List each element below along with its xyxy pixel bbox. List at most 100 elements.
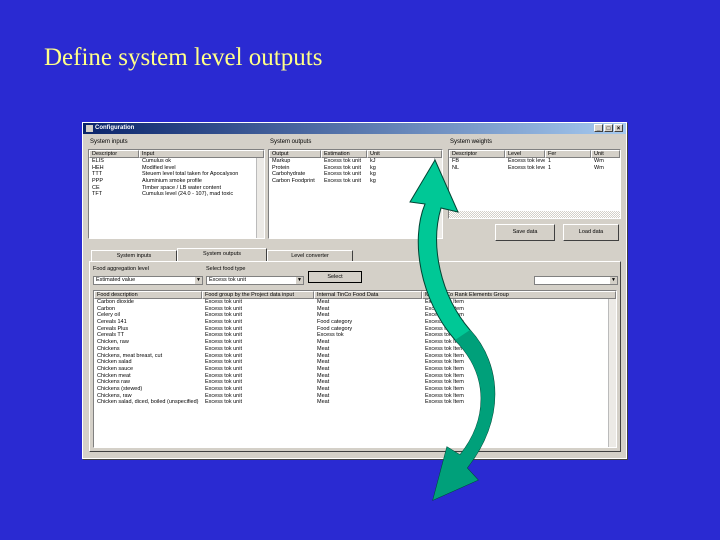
table-row[interactable]: Protein Excess tok unit kg	[269, 165, 442, 172]
system-inputs-list[interactable]: Descriptor Input ELIS Cumulus ok HEH Modifi…	[88, 149, 265, 239]
horizontal-scrollbar[interactable]	[449, 211, 620, 218]
table-row[interactable]: Chickens, raw Excess tok unit Meat Excess t…	[94, 393, 616, 400]
column-header[interactable]: Food description	[94, 291, 202, 299]
table-cell: Food category	[317, 325, 353, 332]
column-header[interactable]: Mark TinCo Rank Elements Group	[422, 291, 616, 299]
table-cell: Chicken meat	[97, 372, 131, 379]
table-cell: Excess tok Item	[425, 299, 464, 305]
table-cell: Chicken, raw	[97, 339, 129, 346]
system-outputs-list[interactable]: Output Estimation Unit Markup Excess tok …	[268, 149, 443, 239]
table-row[interactable]: Markup Excess tok unit kJ	[269, 158, 442, 165]
table-cell: Excess tok Item	[425, 312, 464, 319]
system-inputs-label: System inputs	[90, 139, 128, 145]
column-header[interactable]: Unit	[591, 150, 620, 158]
table-cell: Excess tok Item	[425, 379, 464, 386]
table-row[interactable]: Chicken salad Excess tok unit Meat Excess t…	[94, 359, 616, 366]
table-row[interactable]: PPP Aluminium smoke profile	[89, 178, 264, 185]
tab-system-inputs[interactable]: System inputs	[91, 250, 177, 261]
table-row[interactable]: ELIS Cumulus ok	[89, 158, 264, 165]
table-cell: Excess tok unit	[205, 312, 242, 319]
system-weights-list[interactable]: Descriptor Level Fer Unit FB Excess tok l…	[448, 149, 621, 219]
column-header[interactable]: Descriptor	[89, 150, 139, 158]
table-row[interactable]: Cereals TT Excess tok unit Excess tok Exces…	[94, 332, 616, 339]
select-button[interactable]: Select	[308, 271, 362, 283]
table-row[interactable]: Chickens (stewed) Excess tok unit Meat Exce…	[94, 386, 616, 393]
filter-select[interactable]: ▼	[534, 276, 618, 285]
column-header[interactable]: Estimation	[321, 150, 367, 158]
aggregation-label: Food aggregation level	[93, 266, 149, 272]
chevron-down-icon[interactable]: ▼	[195, 277, 202, 284]
table-row[interactable]: TTT Steuem level total taken for Apocalys…	[89, 171, 264, 178]
table-row[interactable]: Carbohydrate Excess tok unit kg	[269, 171, 442, 178]
table-cell: Chicken salad	[97, 359, 132, 366]
tab-content: Food aggregation level Estimated value ▼…	[89, 261, 621, 452]
system-weights-panel: System weights Descriptor Level Fer Unit…	[448, 139, 621, 219]
table-cell: Wm	[594, 164, 604, 171]
column-header[interactable]: Fer	[545, 150, 591, 158]
table-cell: kg	[370, 178, 376, 185]
table-row[interactable]: Carbon Foodprint Excess tok unit kg	[269, 178, 442, 185]
table-row[interactable]: Cereals 141 Excess tok unit Food category E…	[94, 319, 616, 326]
table-row[interactable]: Chicken, raw Excess tok unit Meat Excess to…	[94, 339, 616, 346]
vertical-scrollbar[interactable]	[256, 158, 264, 238]
table-row[interactable]: FB Excess tok level 1 Wm	[449, 158, 620, 165]
tab-system-outputs[interactable]: System outputs	[177, 248, 267, 261]
table-row[interactable]: NL Excess tok level 1 Wm	[449, 165, 620, 172]
table-row[interactable]: TFT Cumulus level (24.0 - 107), mad toxic	[89, 191, 264, 198]
aggregation-select[interactable]: Estimated value ▼	[93, 276, 203, 285]
table-cell: Carbon	[97, 305, 116, 312]
aggregation-value: Estimated value	[96, 277, 136, 283]
table-cell: Excess tok Item	[425, 365, 464, 372]
chevron-down-icon[interactable]: ▼	[610, 277, 617, 284]
column-header[interactable]: Descriptor	[449, 150, 505, 158]
table-cell: Excess tok unit	[205, 325, 242, 332]
table-cell: Aluminium smoke profile	[142, 178, 202, 185]
table-cell: TTT	[92, 171, 103, 178]
column-header[interactable]: Level	[505, 150, 545, 158]
load-data-button[interactable]: Load data	[563, 224, 619, 241]
table-cell: Meat	[317, 299, 330, 305]
minimize-button[interactable]: _	[594, 124, 603, 132]
column-header[interactable]: Output	[269, 150, 321, 158]
table-cell: 1	[548, 158, 552, 164]
vertical-scrollbar[interactable]	[434, 158, 442, 238]
table-row[interactable]: Chicken meat Excess tok unit Meat Excess to…	[94, 373, 616, 380]
table-row[interactable]: Cereals Plus Excess tok unit Food category…	[94, 326, 616, 333]
food-type-select[interactable]: Excess tok unit ▼	[206, 276, 304, 285]
close-button[interactable]: ×	[614, 124, 623, 132]
table-row[interactable]: Carbon Excess tok unit Meat Excess tok Item	[94, 306, 616, 313]
table-cell: TFT	[92, 191, 103, 198]
chevron-down-icon[interactable]: ▼	[296, 277, 303, 284]
tab-level-converter[interactable]: Level converter	[267, 250, 353, 261]
maximize-button[interactable]: □	[604, 124, 613, 132]
food-table[interactable]: Food description Food group by the Proje…	[93, 290, 617, 448]
table-row[interactable]: Chickens, meat breast, cut Excess tok uni…	[94, 353, 616, 360]
table-row[interactable]: Carbon dioxide Excess tok unit Meat Excess …	[94, 299, 616, 306]
vertical-scrollbar[interactable]	[608, 299, 616, 447]
table-row[interactable]: Chickens Excess tok unit Meat Excess tok It…	[94, 346, 616, 353]
table-cell: Excess tok level	[508, 158, 545, 164]
table-cell: Carbon Foodprint	[272, 178, 315, 185]
table-row[interactable]: Chicken salad, diced, boiled (unspecifie…	[94, 399, 616, 406]
configuration-window: Configuration _ □ × System inputs Descript…	[82, 122, 627, 459]
window-title: Configuration	[95, 125, 135, 131]
table-cell: Excess tok	[317, 332, 344, 339]
system-weights-label: System weights	[450, 139, 493, 145]
table-cell: Meat	[317, 392, 330, 399]
column-header[interactable]: Internal TinCo Food Data	[314, 291, 422, 299]
column-header[interactable]: Input	[139, 150, 264, 158]
table-cell: Excess tok Item	[425, 319, 464, 326]
table-row[interactable]: Celery oil Excess tok unit Meat Excess tok …	[94, 312, 616, 319]
column-header[interactable]: Unit	[367, 150, 442, 158]
column-header[interactable]: Food group by the Project data input	[202, 291, 314, 299]
app-icon	[86, 125, 93, 132]
table-cell: Excess tok unit	[205, 319, 242, 326]
table-row[interactable]: CE Timber space / LB water content	[89, 185, 264, 192]
table-row[interactable]: Chicken sauce Excess tok unit Meat Excess t…	[94, 366, 616, 373]
table-row[interactable]: Chickens raw Excess tok unit Meat Excess to…	[94, 379, 616, 386]
save-data-button[interactable]: Save data	[495, 224, 555, 241]
table-cell: Excess tok unit	[205, 352, 242, 359]
table-row[interactable]: HEH Modified level	[89, 165, 264, 172]
table-cell: Excess tok Item	[425, 345, 464, 352]
system-outputs-label: System outputs	[270, 139, 312, 145]
